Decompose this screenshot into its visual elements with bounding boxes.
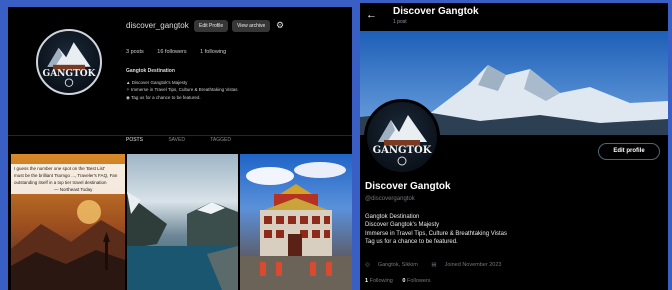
profile-bio: Gangtok Destination Discover Gangtok's M… [365, 213, 507, 247]
tabs-divider [8, 135, 352, 136]
profile-bio: Gangtok Destination ▲ Discover Gangtok's… [126, 68, 238, 101]
bio-line-4: Tag us for a chance to be featured. [365, 239, 458, 246]
view-archive-button[interactable]: View archive [232, 20, 271, 32]
username: discover_gangtok [126, 21, 189, 30]
x-profile-screenshot: ← Discover Gangtok 1 post GANGTOK Edit p… [360, 3, 668, 290]
profile-avatar[interactable]: GANGTOK [364, 99, 440, 175]
profile-meta: ◎ Gangtok, Sikkim ▤ Joined November 2023 [365, 262, 509, 268]
profile-stats: 3 posts 16 followers 1 following [126, 49, 238, 55]
bio-line-2: Discover Gangtok's Majesty [365, 222, 440, 229]
mountain-badge-icon [378, 115, 427, 166]
edit-profile-button[interactable]: Edit profile [598, 143, 660, 160]
monastery-image [240, 162, 352, 290]
bio-name: Gangtok Destination [126, 68, 175, 74]
quote-line-3: outstanding itself in a top tier travel … [14, 180, 107, 185]
post-tile-sunset-hills[interactable]: I guess the number one spot on the 'Best… [11, 154, 125, 290]
header-title: Discover Gangtok [393, 6, 479, 17]
profile-tabs: POSTS SAVED TAGGED [126, 137, 255, 143]
header-post-count: 1 post [393, 19, 407, 25]
user-handle: @discovergangtok [365, 196, 415, 202]
followers-link[interactable]: 0 Followers [402, 278, 430, 284]
profile-avatar[interactable]: GANGTOK [36, 29, 102, 95]
tab-posts[interactable]: POSTS [126, 137, 143, 143]
bio-line-3: Immerse in Travel Tips, Culture & Breath… [365, 230, 507, 237]
display-name: Discover Gangtok [365, 181, 451, 192]
mountain-lake-image [127, 192, 238, 290]
calendar-icon: ▤ [431, 262, 437, 268]
avatar-wordmark: GANGTOK [42, 69, 96, 80]
instagram-profile-screenshot: GANGTOK discover_gangtok Edit Profile Vi… [8, 7, 352, 290]
quote-source: — Northeast Today [54, 187, 93, 192]
post-tile-monastery[interactable] [240, 154, 352, 290]
gear-icon[interactable]: ⚙ [276, 20, 286, 30]
following-link[interactable]: 1 Following [365, 278, 393, 284]
arrow-left-icon[interactable]: ← [366, 9, 377, 21]
following-count[interactable]: 1 following [200, 49, 226, 55]
mountain-badge-icon [47, 42, 91, 87]
bio-line-1: Discover Gangtok's Majesty [131, 79, 188, 85]
tab-saved[interactable]: SAVED [168, 137, 185, 143]
bio-line-3: Tag us for a chance to be featured. [131, 94, 201, 100]
location-text: Gangtok, Sikkim [377, 262, 418, 268]
quote-line-1: I guess the number one spot on the 'Best… [14, 166, 106, 171]
post-tile-mountain-lake[interactable] [127, 154, 238, 290]
quote-overlay: I guess the number one spot on the 'Best… [11, 164, 125, 194]
joined-date: Joined November 2023 [444, 262, 502, 268]
location-icon: ◎ [365, 262, 370, 268]
bio-line-2: Immerse in Travel Tips, Culture & Breath… [131, 87, 238, 92]
bio-line-1: Gangtok Destination [365, 214, 420, 220]
edit-profile-button[interactable]: Edit Profile [194, 20, 229, 32]
followers-count[interactable]: 16 followers [157, 49, 186, 55]
avatar-wordmark: GANGTOK [372, 145, 432, 157]
follow-counts: 1 Following 0 Followers [365, 278, 431, 284]
posts-count[interactable]: 3 posts [126, 49, 144, 55]
tab-tagged[interactable]: TAGGED [210, 137, 231, 143]
quote-line-2: must be the brilliant Tsomgo ..., Travel… [14, 173, 118, 178]
